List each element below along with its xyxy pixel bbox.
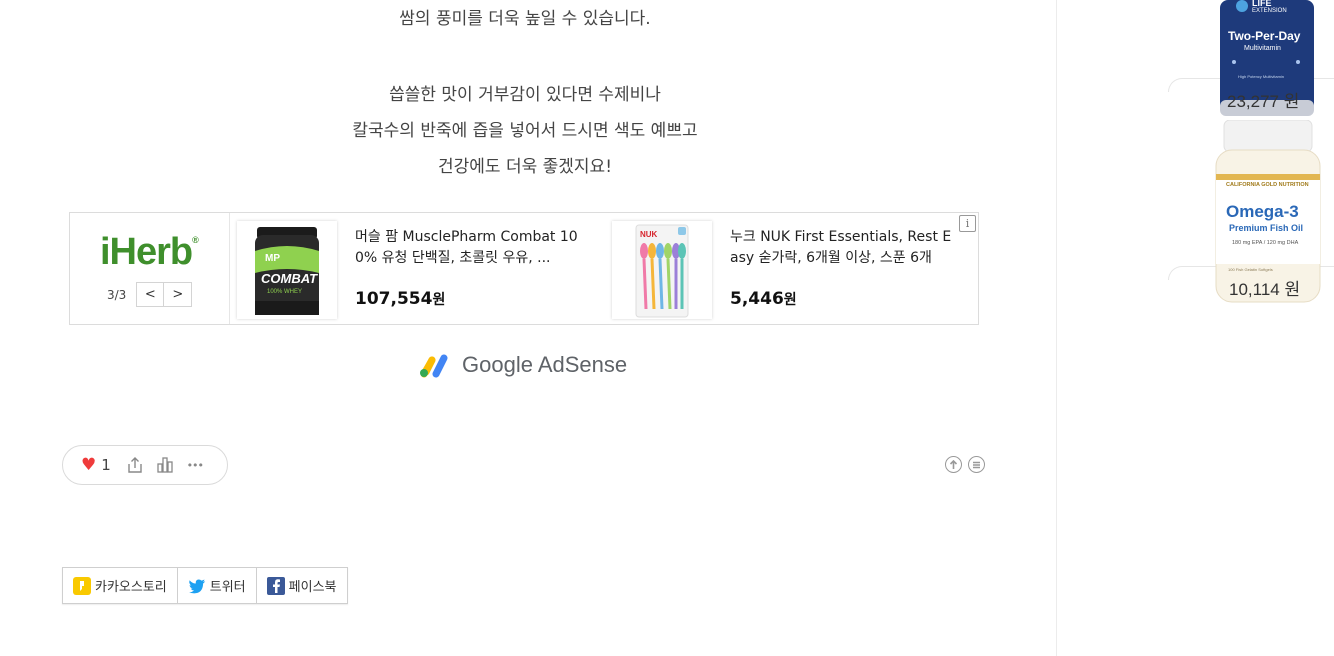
pager-count: 3/3 [107,287,127,302]
svg-text:180 mg EPA / 120 mg DHA: 180 mg EPA / 120 mg DHA [1232,240,1299,246]
iherb-logo-text: iHerb [100,231,193,273]
ad-product-card[interactable]: MP COMBAT 100% WHEY 머슬 팜 MusclePharm Com… [237,221,597,319]
share-icon[interactable] [125,455,145,475]
post-action-icons [945,456,991,473]
pager-next-button[interactable]: > [164,282,193,307]
price-value: 5,446 [730,289,784,309]
svg-text:Two-Per-Day: Two-Per-Day [1228,29,1301,43]
share-kakaostory-button[interactable]: 카카오스토리 [63,568,178,603]
upload-icon[interactable] [945,456,962,473]
product-price: 107,554원 [355,289,445,309]
twitter-icon [188,577,206,595]
article-paragraph: 쌈의 풍미를 더욱 높일 수 있습니다. [0,1,1050,37]
kakaostory-icon [73,576,91,595]
svg-text:LIFE: LIFE [1252,0,1272,8]
article-line: 씁쓸한 맛이 거부감이 있다면 수제비나 [389,85,661,105]
pager-prev-button[interactable]: < [136,282,165,307]
share-label: 카카오스토리 [95,580,167,595]
svg-text:MP: MP [265,253,280,264]
article-line: 쌈의 풍미를 더욱 높일 수 있습니다. [399,9,651,29]
article-line: 칼국수의 반죽에 즙을 넣어서 드시면 색도 예쁘고 [352,121,698,141]
ad-brand-panel: iHerb® 3/3 < > [70,213,230,324]
share-label: 페이스북 [288,580,337,595]
share-facebook-button[interactable]: 페이스북 [257,568,347,603]
price-value: 107,554 [355,289,433,309]
svg-text:High Potency Multivitamin: High Potency Multivitamin [1238,74,1284,79]
svg-text:Omega-3: Omega-3 [1226,202,1299,221]
currency-unit: 원 [432,292,446,308]
menu-icon[interactable] [968,456,985,473]
adsense-label: Google AdSense [462,352,628,377]
share-label: 트위터 [209,580,246,595]
registered-mark: ® [192,235,199,245]
product-name[interactable]: 누크 NUK First Essentials, Rest Easy 숟가락, … [730,227,956,269]
product-thumbnail[interactable]: MP COMBAT 100% WHEY [237,221,337,319]
adsense-logo-icon [420,354,448,378]
social-share-bar: 카카오스토리 트위터 페이스북 [62,567,348,604]
product-name[interactable]: 머슬 팜 MusclePharm Combat 100% 유청 단백질, 초콜릿… [355,227,581,269]
like-count: 1 [101,456,111,474]
svg-text:COMBAT: COMBAT [261,271,318,286]
iherb-ad-widget[interactable]: iHerb® 3/3 < > MP COMBAT 100% WHEY 머슬 팜 … [69,212,979,325]
adsense-badge[interactable]: Google AdSense [418,352,627,378]
sidebar-product-price[interactable]: 23,277 원 [1227,87,1299,112]
article-paragraph: 씁쓸한 맛이 거부감이 있다면 수제비나 칼국수의 반죽에 즙을 넣어서 드시면… [0,77,1050,185]
sidebar-product-price[interactable]: 10,114 원 [1229,275,1300,300]
product-thumbnail[interactable]: NUK [612,221,712,319]
ad-info-icon[interactable]: i [959,215,976,232]
facebook-icon [266,576,285,595]
ad-pager: 3/3 < > [107,282,193,307]
svg-text:Premium Fish Oil: Premium Fish Oil [1229,223,1303,233]
reaction-bar: ♥ 1 ••• [62,445,228,485]
svg-text:EXTENSION: EXTENSION [1252,8,1287,14]
svg-text:Multivitamin: Multivitamin [1244,45,1281,52]
svg-text:CALIFORNIA GOLD NUTRITION: CALIFORNIA GOLD NUTRITION [1226,182,1309,188]
stats-icon[interactable] [155,455,175,475]
ad-product-card[interactable]: NUK 누크 NUK First Essentials, Rest Easy 숟… [612,221,972,319]
iherb-logo[interactable]: iHerb® [100,231,199,274]
article-line: 건강에도 더욱 좋겠지요! [437,157,613,177]
svg-text:100% WHEY: 100% WHEY [267,289,302,295]
share-twitter-button[interactable]: 트위터 [178,568,257,603]
product-price: 5,446원 [730,289,797,309]
currency-unit: 원 [783,292,797,308]
svg-text:NUK: NUK [640,230,658,239]
heart-icon[interactable]: ♥ [81,455,96,475]
sidebar-divider [1056,0,1057,656]
more-icon[interactable]: ••• [185,455,205,475]
svg-text:100 Fish Gelatin Softgels: 100 Fish Gelatin Softgels [1228,267,1273,272]
